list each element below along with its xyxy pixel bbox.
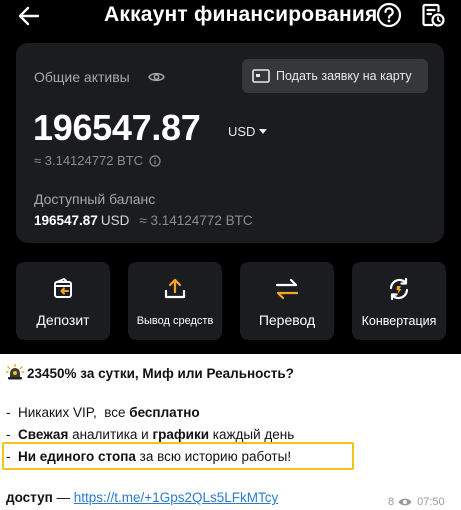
currency-selector[interactable]: USD — [228, 124, 268, 139]
back-button[interactable] — [14, 2, 44, 30]
available-balance-label: Доступный баланс — [34, 191, 156, 207]
message-meta: 8 07:50 — [388, 496, 445, 508]
line2-mid: аналитика и — [68, 427, 153, 442]
currency-label: USD — [228, 124, 256, 139]
info-icon[interactable] — [149, 154, 161, 167]
message-line-2: - Свежая аналитика и графики каждый день — [6, 427, 295, 442]
line2-bold-2: графики — [152, 427, 209, 442]
deposit-icon — [54, 278, 72, 298]
available-amount: 196547.87 — [34, 213, 98, 228]
withdraw-icon — [164, 278, 186, 299]
access-link[interactable]: https://t.me/+1Gps2QLs5LFkMTcy — [74, 490, 278, 505]
deposit-button[interactable]: Депозит — [16, 262, 110, 340]
help-icon[interactable] — [376, 2, 402, 28]
convert-label: Конвертация — [361, 314, 437, 328]
page-title: Аккаунт финансирования — [104, 3, 378, 26]
convert-icon — [389, 277, 409, 301]
arrow-left-icon — [18, 6, 40, 26]
chat-message: 23450% за сутки, Миф или Реальность? - Н… — [0, 354, 461, 510]
access-dash: — — [52, 490, 74, 505]
total-balance: 196547.87 — [33, 107, 201, 148]
funding-account-screen: Аккаунт финансирования Общие активы Пода… — [0, 0, 461, 354]
access-line: доступ — https://t.me/+1Gps2QLs5LFkMTcy — [6, 490, 278, 505]
apply-card-label: Подать заявку на карту — [276, 69, 412, 83]
convert-button[interactable]: Конвертация — [352, 262, 446, 340]
action-bar: Депозит Вывод средств Перевод Конвертаци… — [16, 262, 446, 340]
total-assets-label: Общие активы — [34, 69, 130, 85]
message-time: 07:50 — [417, 496, 445, 508]
header: Аккаунт финансирования — [0, 0, 461, 32]
siren-icon — [5, 363, 25, 380]
available-balance-row: 196547.87 USD ≈ 3.14124772 BTC — [34, 213, 253, 228]
eye-icon[interactable] — [148, 70, 165, 84]
transfer-label: Перевод — [258, 312, 316, 328]
transfer-icon — [275, 278, 299, 300]
btc-equivalent: ≈ 3.14124772 BTC — [34, 153, 161, 168]
history-icon[interactable] — [420, 2, 446, 28]
access-label: доступ — [6, 490, 53, 505]
line3-bold: Ни единого стопа — [18, 449, 136, 464]
views-icon — [398, 498, 412, 506]
withdraw-label: Вывод средств — [136, 315, 214, 327]
line3-suffix: за всю историю работы! — [135, 449, 292, 464]
caret-down-icon — [259, 128, 268, 134]
message-line-3: - Ни единого стопа за всю историю работы… — [6, 449, 292, 464]
withdraw-button[interactable]: Вывод средств — [128, 262, 222, 340]
btc-equivalent-value: ≈ 3.14124772 BTC — [34, 153, 144, 168]
message-line-1: - Никаких VIP, все бесплатно — [6, 405, 200, 420]
line2-bold-1: Свежая — [18, 427, 69, 442]
message-headline-row: 23450% за сутки, Миф или Реальность? — [5, 363, 294, 381]
deposit-label: Депозит — [36, 312, 90, 328]
line1-bold: бесплатно — [129, 405, 200, 420]
card-icon — [252, 69, 270, 83]
transfer-button[interactable]: Перевод — [240, 262, 334, 340]
line1-text: - Никаких VIP, все — [6, 405, 130, 420]
apply-card-button[interactable]: Подать заявку на карту — [242, 59, 428, 93]
balance-card: Общие активы Подать заявку на карту 1965… — [16, 43, 444, 243]
message-headline: 23450% за сутки, Миф или Реальность? — [27, 366, 294, 381]
view-count: 8 — [388, 496, 395, 508]
available-currency: USD — [100, 213, 130, 228]
line2-suffix: каждый день — [209, 427, 295, 442]
available-btc: ≈ 3.14124772 BTC — [139, 213, 253, 228]
